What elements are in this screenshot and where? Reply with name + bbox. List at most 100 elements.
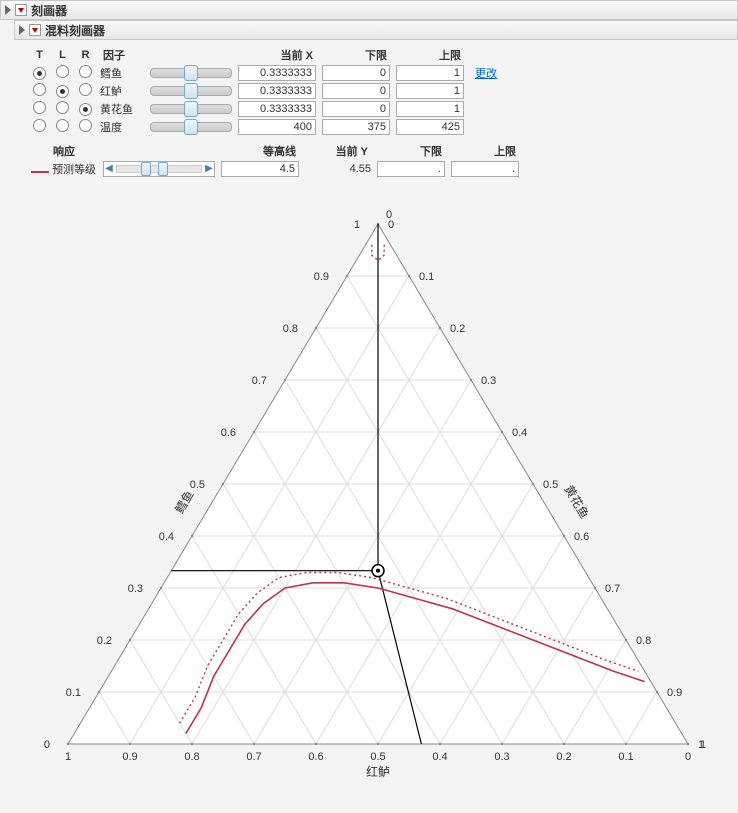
col-l: L <box>51 46 74 64</box>
factor-name: 温度 <box>100 119 144 135</box>
response-table: 响应 等高线 当前 Y 下限 上限 预测等级 ◀ ▶ 4.5 4.55 . . <box>28 142 522 178</box>
response-color-swatch <box>31 171 49 173</box>
menu-icon[interactable] <box>15 4 27 16</box>
svg-text:鳕鱼: 鳕鱼 <box>172 488 196 516</box>
col-hi: 上限 <box>393 46 467 64</box>
col-t: T <box>28 46 51 64</box>
radio-l[interactable] <box>56 85 69 98</box>
svg-text:0.1: 0.1 <box>66 687 81 699</box>
factor-lo-input[interactable]: 0 <box>322 83 390 99</box>
factor-lo-input[interactable]: 375 <box>322 119 390 135</box>
ternary-plot[interactable]: 0010.10.10.90.20.20.80.30.30.70.40.40.60… <box>28 184 728 787</box>
response-row: 预测等级 ◀ ▶ 4.5 4.55 . . <box>28 160 522 178</box>
current-y-value: 4.55 <box>302 160 374 178</box>
svg-text:0.7: 0.7 <box>252 375 267 387</box>
contour-value[interactable]: 4.5 <box>221 161 299 177</box>
radio-t[interactable] <box>33 119 46 132</box>
svg-text:0.3: 0.3 <box>128 583 143 595</box>
panel-header-sub[interactable]: 混料刻画器 <box>14 20 738 40</box>
svg-text:0.8: 0.8 <box>636 635 651 647</box>
svg-text:0.9: 0.9 <box>314 271 329 283</box>
factor-row: 温度 400 375 425 <box>28 118 500 136</box>
svg-text:0.6: 0.6 <box>221 427 236 439</box>
svg-text:0.2: 0.2 <box>450 323 465 335</box>
factor-table: T L R 因子 当前 X 下限 上限 鳕鱼0.333333301更改红鲈0.3… <box>28 46 500 136</box>
col-r: R <box>74 46 97 64</box>
factor-slider[interactable] <box>150 68 232 78</box>
panel-title-main: 刻画器 <box>31 2 67 19</box>
svg-text:0.4: 0.4 <box>512 427 527 439</box>
factor-lo-input[interactable]: 0 <box>322 65 390 81</box>
factor-slider[interactable] <box>150 104 232 114</box>
col-contour: 等高线 <box>218 142 302 160</box>
svg-text:0.4: 0.4 <box>432 751 447 763</box>
factor-x-input[interactable]: 0.3333333 <box>238 65 316 81</box>
svg-text:1: 1 <box>65 751 71 763</box>
svg-text:0.5: 0.5 <box>190 479 205 491</box>
svg-text:0.3: 0.3 <box>481 375 496 387</box>
factor-lo-input[interactable]: 0 <box>322 101 390 117</box>
panel-content: T L R 因子 当前 X 下限 上限 鳕鱼0.333333301更改红鲈0.3… <box>0 40 738 797</box>
col-curx: 当前 X <box>235 46 319 64</box>
response-name: 预测等级 <box>52 161 96 177</box>
svg-text:0.1: 0.1 <box>618 751 633 763</box>
factor-name: 黄花鱼 <box>100 101 144 117</box>
svg-text:0.4: 0.4 <box>159 531 174 543</box>
svg-text:0.7: 0.7 <box>246 751 261 763</box>
svg-text:0.1: 0.1 <box>419 271 434 283</box>
radio-t[interactable] <box>33 101 46 114</box>
svg-text:0.6: 0.6 <box>574 531 589 543</box>
svg-text:1: 1 <box>700 739 706 751</box>
factor-row: 红鲈 0.3333333 01 <box>28 82 500 100</box>
factor-hi-input[interactable]: 425 <box>396 119 464 135</box>
radio-r[interactable] <box>79 65 92 78</box>
col-lo: 下限 <box>319 46 393 64</box>
factor-x-input[interactable]: 400 <box>238 119 316 135</box>
radio-r[interactable] <box>79 103 92 116</box>
svg-text:0.8: 0.8 <box>184 751 199 763</box>
contour-slider[interactable]: ◀ ▶ <box>103 161 215 177</box>
factor-row: 鳕鱼 0.3333333 01 更改 <box>28 64 500 82</box>
change-link[interactable]: 更改 <box>475 68 497 80</box>
svg-text:0: 0 <box>44 739 50 751</box>
svg-text:0.8: 0.8 <box>283 323 298 335</box>
factor-slider[interactable] <box>150 86 232 96</box>
factor-hi-input[interactable]: 1 <box>396 101 464 117</box>
svg-text:0.7: 0.7 <box>605 583 620 595</box>
svg-text:0.9: 0.9 <box>122 751 137 763</box>
factor-x-input[interactable]: 0.3333333 <box>238 83 316 99</box>
radio-t[interactable] <box>33 67 46 80</box>
radio-r[interactable] <box>79 83 92 96</box>
col-factor: 因子 <box>97 46 147 64</box>
radio-r[interactable] <box>79 119 92 132</box>
svg-text:黄花鱼: 黄花鱼 <box>561 482 592 521</box>
svg-text:0.9: 0.9 <box>667 687 682 699</box>
radio-l[interactable] <box>56 65 69 78</box>
arrow-left-icon[interactable]: ◀ <box>104 162 114 176</box>
radio-l[interactable] <box>56 101 69 114</box>
radio-t[interactable] <box>33 83 46 96</box>
factor-name: 鳕鱼 <box>100 65 144 81</box>
svg-text:0: 0 <box>386 209 392 221</box>
factor-name: 红鲈 <box>100 83 144 99</box>
svg-text:0: 0 <box>685 751 691 763</box>
resp-lo-input[interactable]: . <box>377 161 445 177</box>
arrow-right-icon[interactable]: ▶ <box>204 162 214 176</box>
factor-slider[interactable] <box>150 122 232 132</box>
col-hi2: 上限 <box>448 142 522 160</box>
radio-l[interactable] <box>56 119 69 132</box>
panel-header-main[interactable]: 刻画器 <box>0 0 738 20</box>
menu-icon[interactable] <box>29 24 41 36</box>
factor-row: 黄花鱼 0.3333333 01 <box>28 100 500 118</box>
disclosure-icon[interactable] <box>5 5 11 15</box>
disclosure-icon[interactable] <box>19 25 25 35</box>
svg-text:0.5: 0.5 <box>370 751 385 763</box>
col-cury: 当前 Y <box>302 142 374 160</box>
factor-hi-input[interactable]: 1 <box>396 83 464 99</box>
svg-text:红鲈: 红鲈 <box>366 764 390 779</box>
col-lo2: 下限 <box>374 142 448 160</box>
svg-text:0.5: 0.5 <box>543 479 558 491</box>
resp-hi-input[interactable]: . <box>451 161 519 177</box>
factor-x-input[interactable]: 0.3333333 <box>238 101 316 117</box>
factor-hi-input[interactable]: 1 <box>396 65 464 81</box>
